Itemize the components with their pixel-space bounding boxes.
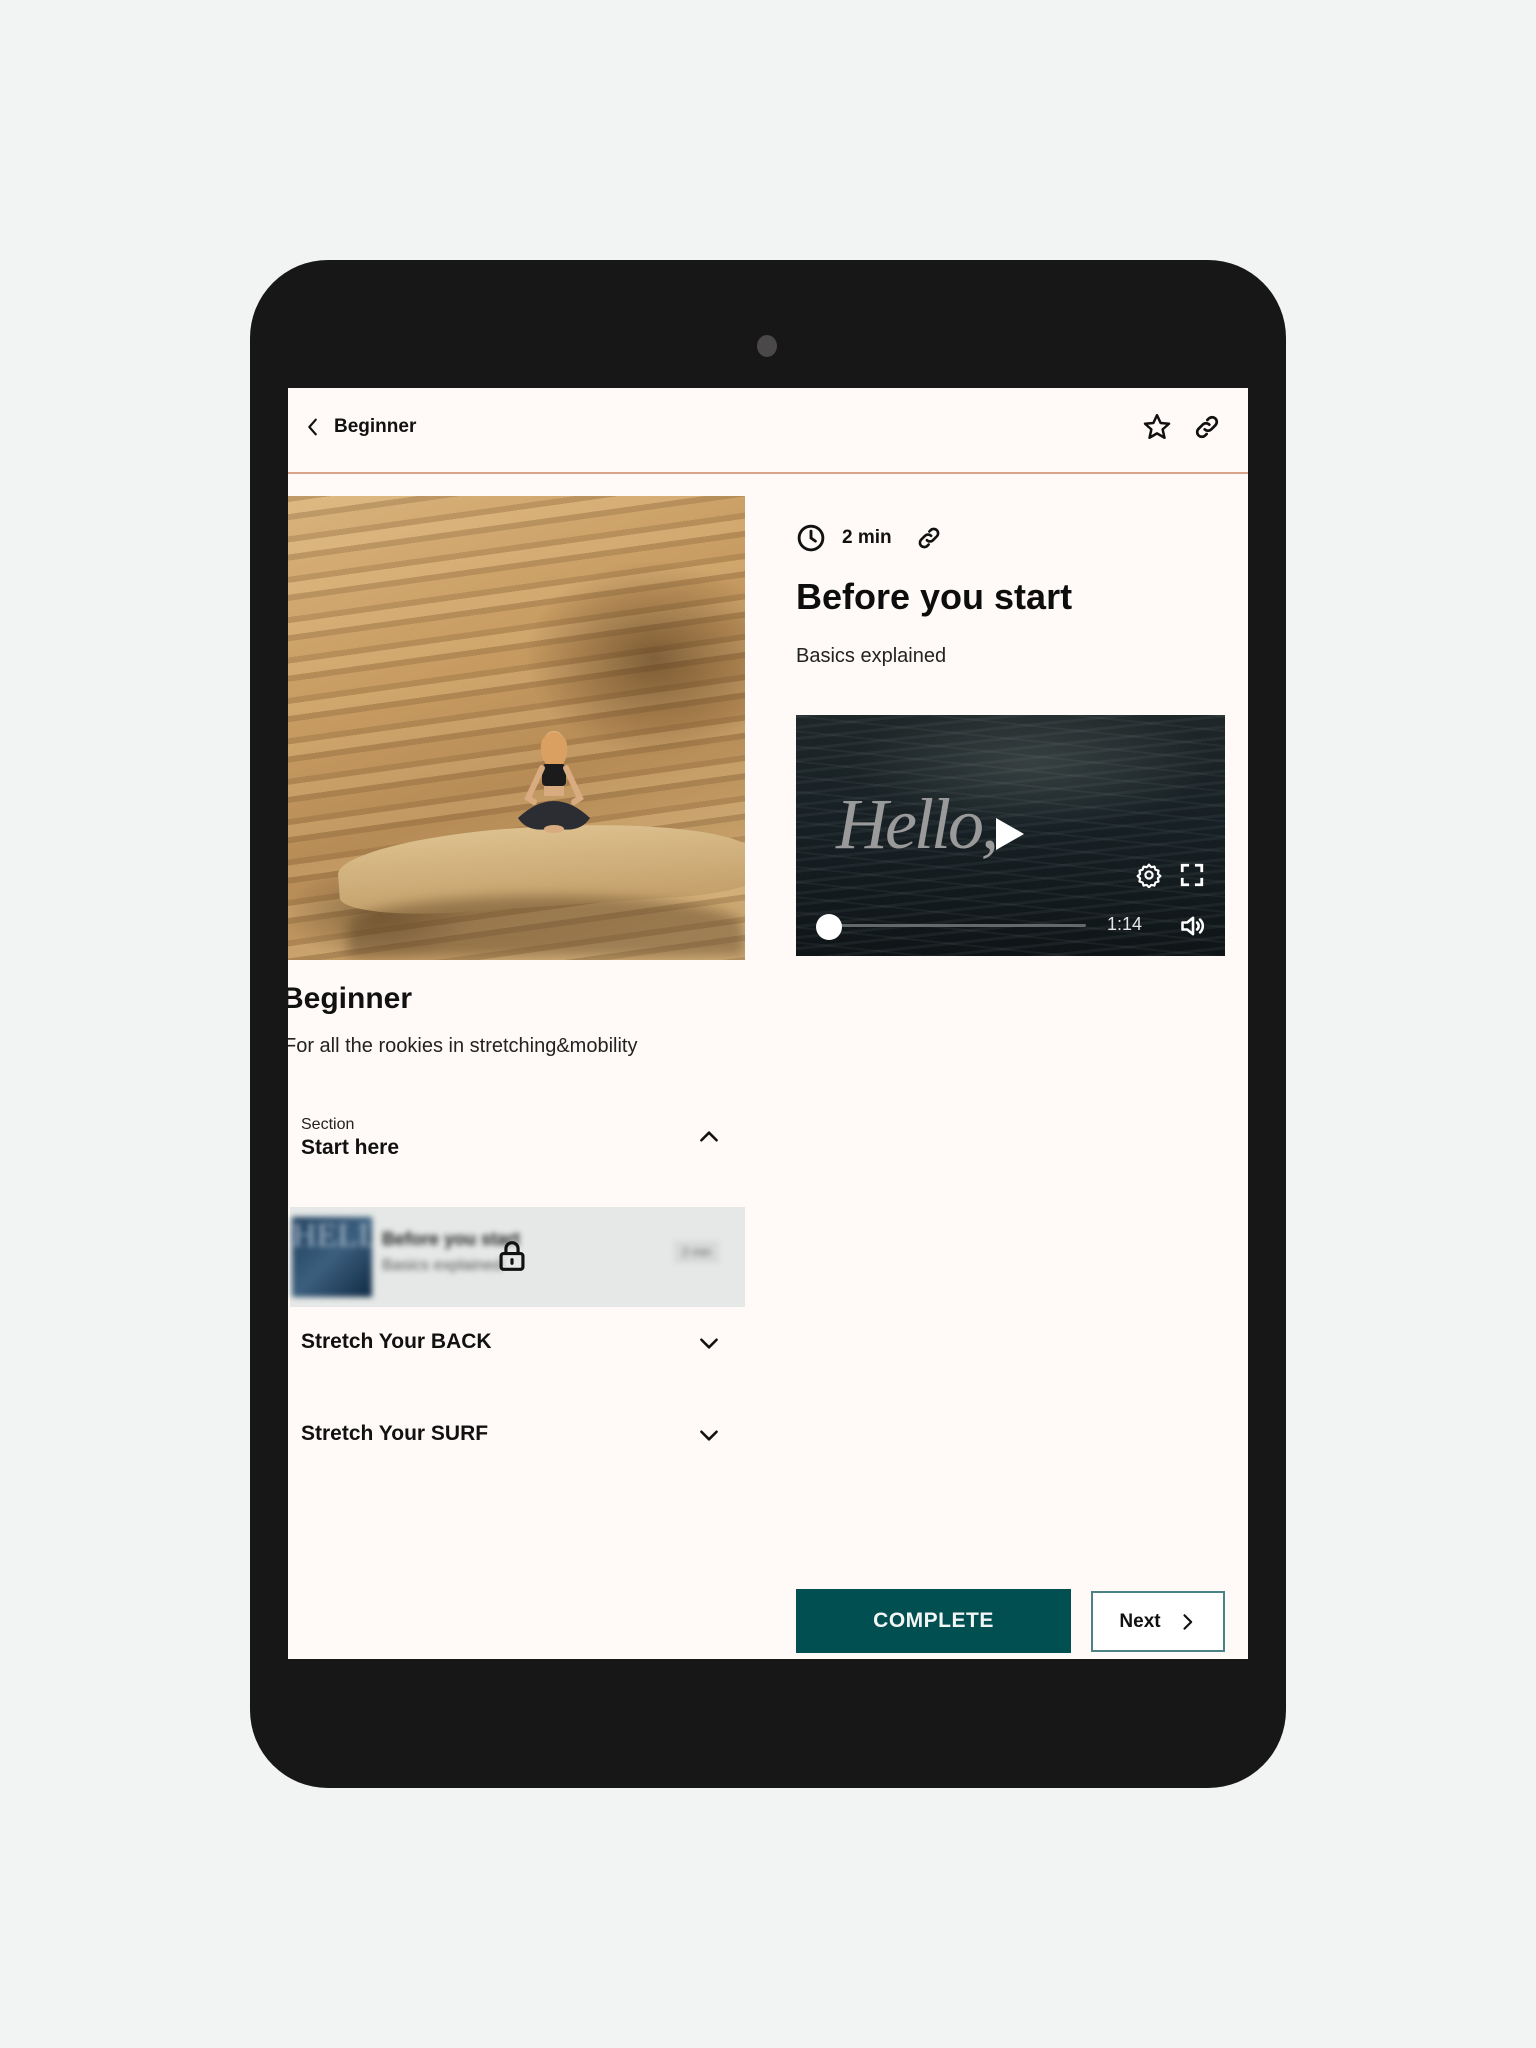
chevron-down-icon[interactable] [696, 1422, 722, 1448]
camera-dot [757, 335, 777, 357]
fullscreen-icon[interactable] [1179, 862, 1205, 888]
section-stretch-your-surf[interactable]: Stretch Your SURF [288, 1422, 745, 1482]
chevron-left-icon [308, 418, 317, 436]
back-label: Beginner [334, 416, 417, 437]
chevron-right-icon [1183, 1613, 1192, 1630]
lesson-item-duration: 2 min [674, 1241, 720, 1263]
clock-icon [797, 524, 825, 552]
meditating-person-figure [518, 731, 590, 833]
video-overlay-text: Hello, [836, 784, 999, 864]
chevron-down-icon[interactable] [696, 1330, 722, 1356]
next-button[interactable]: Next [1091, 1591, 1225, 1652]
app-screen: Beginner Beginner For all the rookies in… [288, 388, 1248, 1659]
lesson-item-subtitle: Basics explained [382, 1257, 503, 1274]
section-title: Start here [301, 1136, 400, 1159]
star-icon [1143, 413, 1171, 440]
back-button[interactable]: Beginner [302, 412, 416, 442]
lesson-duration: 2 min [842, 527, 892, 548]
lesson-subtitle: Basics explained [796, 645, 947, 667]
share-link-button[interactable] [1190, 410, 1224, 444]
video-progress-track[interactable] [820, 924, 1086, 927]
lesson-list-item[interactable]: HELLO Before you start Basics explained … [290, 1207, 745, 1307]
lesson-title: Before you start [796, 576, 1073, 617]
rock-shadow [348, 896, 745, 956]
gear-icon[interactable] [1136, 862, 1162, 888]
next-label: Next [1119, 1610, 1161, 1632]
section-title: Stretch Your BACK [301, 1330, 492, 1353]
section-start-here[interactable]: Section Start here [288, 1116, 745, 1216]
course-hero-image [288, 496, 745, 960]
top-bar: Beginner [288, 388, 1248, 474]
video-time: 1:14 [1107, 914, 1143, 934]
volume-icon[interactable] [1179, 912, 1207, 940]
play-icon[interactable] [996, 818, 1024, 850]
course-description: For all the rookies in stretching&mobili… [288, 1035, 638, 1057]
course-title: Beginner [288, 982, 413, 1015]
complete-button[interactable]: COMPLETE [796, 1589, 1071, 1653]
lesson-thumbnail: HELLO [292, 1217, 372, 1297]
link-icon[interactable] [916, 525, 942, 551]
chevron-up-icon[interactable] [696, 1124, 722, 1150]
video-player[interactable]: Hello, 1:14 [796, 715, 1225, 956]
link-icon [1195, 415, 1219, 439]
favorite-button[interactable] [1140, 410, 1174, 444]
video-scrubber-handle[interactable] [816, 914, 842, 940]
section-stretch-your-back[interactable]: Stretch Your BACK [288, 1330, 745, 1390]
lesson-meta: 2 min [796, 520, 942, 556]
section-label: Section [301, 1116, 355, 1133]
section-title: Stretch Your SURF [301, 1422, 489, 1445]
lock-icon [499, 1241, 525, 1271]
